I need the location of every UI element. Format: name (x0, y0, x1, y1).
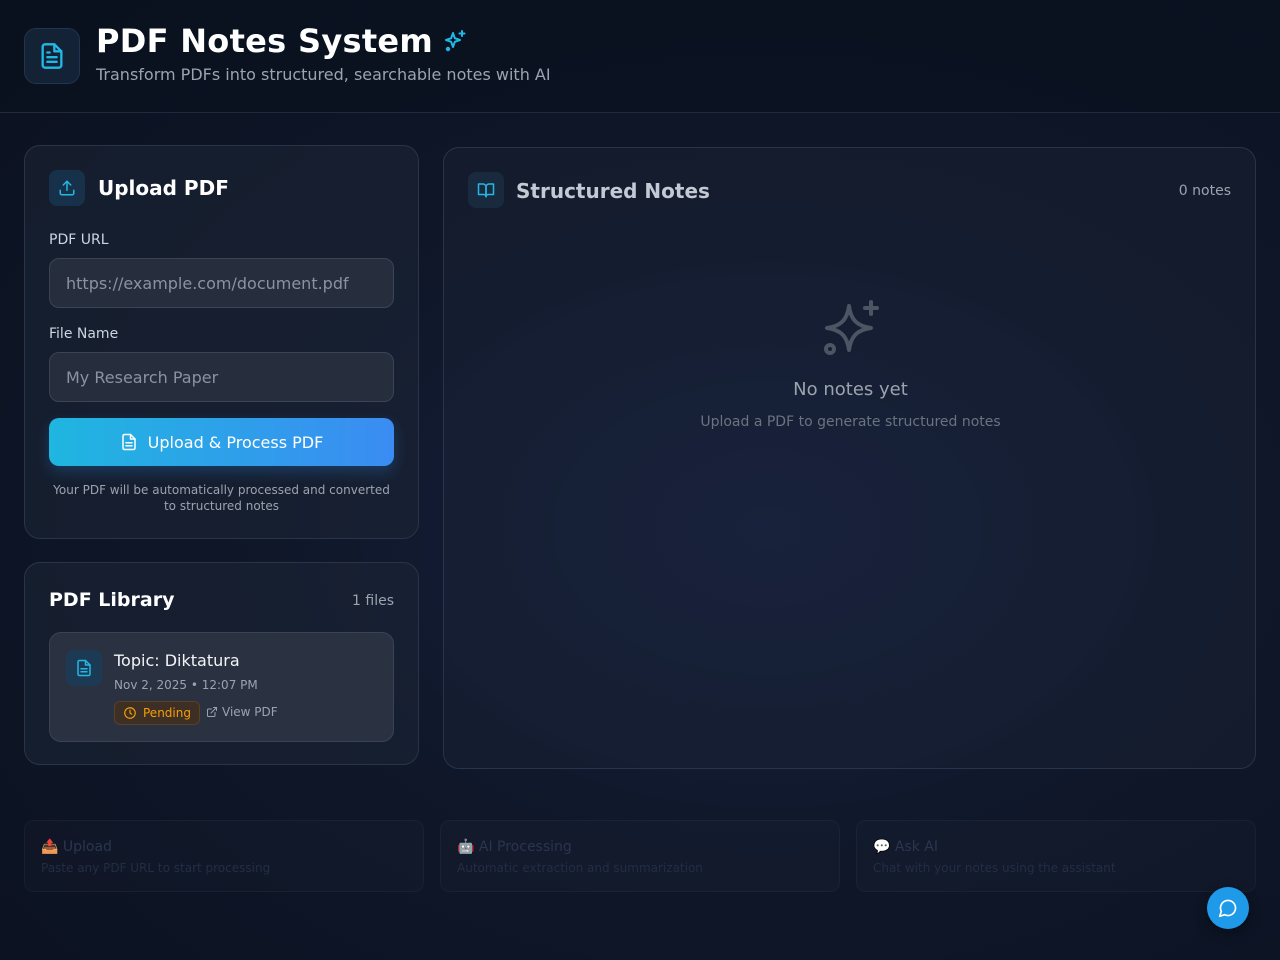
status-badge: Pending (114, 701, 200, 725)
library-file-item[interactable]: Topic: Diktatura Nov 2, 2025 • 12:07 PM … (49, 632, 394, 742)
document-icon (121, 433, 136, 451)
file-icon-box (66, 650, 102, 686)
sparkles-icon (445, 30, 466, 52)
file-name: Topic: Diktatura (114, 651, 240, 670)
page-subtitle: Transform PDFs into structured, searchab… (96, 65, 551, 84)
book-open-icon (477, 183, 495, 198)
feature-ask-ai-desc: Chat with your notes using the assistant (873, 861, 1116, 875)
notes-card-title: Structured Notes (516, 179, 710, 203)
upload-process-button[interactable]: Upload & Process PDF (49, 418, 394, 466)
file-name-label: File Name (49, 326, 119, 342)
app-header: PDF Notes System Transform PDFs into str… (0, 0, 1280, 113)
file-name-input[interactable] (49, 352, 394, 402)
feature-ai-processing-title: 🤖 AI Processing (457, 839, 572, 855)
sparkles-icon (824, 300, 879, 355)
document-icon (41, 43, 63, 69)
library-file-count: 1 files (352, 593, 394, 609)
feature-ask-ai-title: 💬 Ask AI (873, 839, 939, 855)
page-title-text: PDF Notes System (96, 22, 434, 60)
feature-ai-processing-desc: Automatic extraction and summarization (457, 861, 703, 875)
status-badge-label: Pending (143, 706, 191, 720)
feature-ai-processing: 🤖 AI Processing Automatic extraction and… (440, 820, 840, 892)
page-title: PDF Notes System (96, 22, 467, 60)
chat-bubble-icon (1218, 899, 1237, 918)
clock-icon (124, 707, 136, 719)
upload-card: Upload PDF PDF URL File Name Upload & Pr… (24, 145, 419, 539)
feature-upload-desc: Paste any PDF URL to start processing (41, 861, 271, 875)
pdf-url-label: PDF URL (49, 232, 109, 248)
notes-count: 0 notes (1178, 183, 1231, 199)
file-date: Nov 2, 2025 • 12:07 PM (114, 678, 258, 692)
empty-state-title: No notes yet (793, 379, 908, 400)
upload-card-title: Upload PDF (98, 176, 229, 200)
structured-notes-card: Structured Notes 0 notes No notes yet Up… (443, 147, 1256, 769)
feature-upload-title: 📤 Upload (41, 839, 112, 855)
view-pdf-link[interactable]: View PDF (206, 705, 278, 719)
upload-card-icon (49, 170, 85, 206)
upload-helper-text: Your PDF will be automatically processed… (53, 483, 390, 513)
view-pdf-label: View PDF (222, 705, 278, 719)
upload-icon (59, 180, 75, 196)
empty-state-subtitle: Upload a PDF to generate structured note… (700, 414, 1001, 430)
app-logo (24, 28, 80, 84)
library-title: PDF Library (49, 589, 175, 611)
feature-ask-ai: 💬 Ask AI Chat with your notes using the … (856, 820, 1256, 892)
feature-upload: 📤 Upload Paste any PDF URL to start proc… (24, 820, 424, 892)
document-icon (77, 659, 91, 677)
upload-process-button-label: Upload & Process PDF (147, 432, 324, 452)
pdf-library-card: PDF Library 1 files Topic: Diktatura Nov… (24, 562, 419, 765)
external-link-icon (207, 707, 217, 717)
notes-card-icon (468, 172, 504, 208)
chat-assistant-button[interactable] (1207, 887, 1249, 929)
pdf-url-input[interactable] (49, 258, 394, 308)
